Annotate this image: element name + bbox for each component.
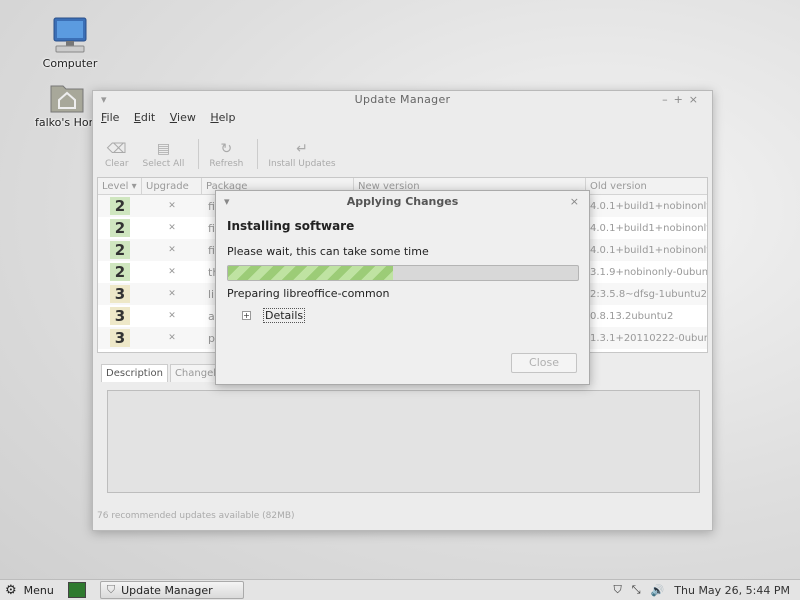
applying-changes-dialog: ▾ Applying Changes × Installing software… bbox=[215, 190, 590, 385]
menu-help[interactable]: Help bbox=[210, 109, 235, 127]
show-desktop-button[interactable] bbox=[67, 582, 86, 598]
minimize-icon[interactable]: – bbox=[662, 93, 674, 106]
select-all-icon: ▤ bbox=[156, 141, 171, 157]
level-cell: 2 bbox=[98, 241, 142, 259]
old-version-cell: 3.1.9+nobinonly-0ubunt bbox=[590, 266, 707, 278]
computer-icon bbox=[53, 17, 87, 53]
level-badge: 2 bbox=[110, 219, 130, 237]
select-all-label: Select All bbox=[142, 159, 185, 169]
upgrade-checkbox[interactable]: ✕ bbox=[142, 267, 202, 277]
desktop-icon-label: Computer bbox=[42, 57, 98, 70]
install-icon: ↵ bbox=[296, 141, 308, 157]
upgrade-checkbox[interactable]: ✕ bbox=[142, 201, 202, 211]
menu-edit[interactable]: Edit bbox=[134, 109, 155, 127]
refresh-icon: ↻ bbox=[220, 141, 233, 157]
window-controls: –+× bbox=[662, 91, 704, 109]
clock[interactable]: Thu May 26, 5:44 PM bbox=[674, 584, 790, 597]
volume-icon[interactable]: 🔊 bbox=[651, 584, 665, 597]
toolbar: ⌫ Clear ▤ Select All ↻ Refresh ↵ Install Upd… bbox=[93, 127, 712, 177]
level-cell: 3 bbox=[98, 285, 142, 303]
refresh-button[interactable]: ↻ Refresh bbox=[209, 141, 243, 169]
level-badge: 2 bbox=[110, 263, 130, 281]
level-badge: 3 bbox=[110, 307, 130, 325]
dialog-message: Please wait, this can take some time bbox=[227, 245, 429, 258]
refresh-label: Refresh bbox=[209, 159, 244, 169]
install-updates-button[interactable]: ↵ Install Updates bbox=[268, 141, 335, 169]
old-version-cell: 4.0.1+build1+nobinonly bbox=[590, 244, 707, 256]
select-all-button[interactable]: ▤ Select All bbox=[143, 141, 185, 169]
tab-description[interactable]: Description bbox=[101, 364, 168, 382]
description-box bbox=[107, 390, 700, 493]
menubar: File Edit View Help bbox=[93, 109, 712, 127]
status-text: 76 recommended updates available (82MB) bbox=[97, 511, 295, 521]
level-cell: 3 bbox=[98, 329, 142, 347]
old-version-cell: 4.0.1+build1+nobinonly bbox=[590, 200, 707, 212]
old-version-cell: 2:3.5.8~dfsg-1ubuntu2 bbox=[590, 288, 707, 300]
menu-button[interactable]: ⚙ Menu bbox=[0, 583, 54, 598]
window-menu-icon[interactable]: ▾ bbox=[101, 91, 107, 109]
column-level[interactable]: Level ▾ bbox=[98, 178, 142, 194]
maximize-icon[interactable]: + bbox=[674, 93, 689, 106]
dialog-titlebar[interactable]: ▾ Applying Changes × bbox=[216, 191, 589, 213]
gear-icon: ⚙ bbox=[5, 582, 17, 598]
task-label: Update Manager bbox=[121, 583, 213, 597]
column-label: Level bbox=[102, 181, 129, 192]
upgrade-checkbox[interactable]: ✕ bbox=[142, 223, 202, 233]
level-cell: 2 bbox=[98, 263, 142, 281]
level-badge: 3 bbox=[110, 285, 130, 303]
level-cell: 3 bbox=[98, 307, 142, 325]
close-icon[interactable]: × bbox=[689, 93, 704, 106]
close-button[interactable]: Close bbox=[511, 353, 577, 373]
column-old-version[interactable]: Old version bbox=[586, 178, 707, 194]
dialog-close-icon[interactable]: × bbox=[570, 191, 579, 213]
level-badge: 2 bbox=[110, 241, 130, 259]
level-cell: 2 bbox=[98, 219, 142, 237]
clear-button[interactable]: ⌫ Clear bbox=[105, 141, 129, 169]
old-version-cell: 0.8.13.2ubuntu2 bbox=[590, 310, 674, 322]
sort-down-icon: ▾ bbox=[131, 181, 137, 192]
level-cell: 2 bbox=[98, 197, 142, 215]
level-badge: 3 bbox=[110, 329, 130, 347]
window-title: Update Manager bbox=[354, 93, 451, 106]
details-expander[interactable]: + Details bbox=[242, 308, 306, 323]
taskbar: ⚙ Menu ⛉ Update Manager ⛉ ⤡ 🔊 Thu May 26… bbox=[0, 579, 800, 600]
install-label: Install Updates bbox=[268, 159, 336, 169]
upgrade-checkbox[interactable]: ✕ bbox=[142, 289, 202, 299]
taskbar-item-update-manager[interactable]: ⛉ Update Manager bbox=[99, 581, 244, 599]
progress-fill bbox=[228, 266, 393, 280]
upgrade-checkbox[interactable]: ✕ bbox=[142, 333, 202, 343]
dialog-heading: Installing software bbox=[227, 219, 355, 233]
window-titlebar[interactable]: ▾ Update Manager –+× bbox=[93, 91, 712, 109]
dialog-status: Preparing libreoffice-common bbox=[227, 287, 390, 300]
toolbar-separator bbox=[257, 139, 259, 169]
old-version-cell: 1.3.1+20110222-0ubun bbox=[590, 332, 707, 344]
toolbar-separator bbox=[198, 139, 200, 169]
expand-icon[interactable]: + bbox=[242, 311, 251, 320]
dialog-title: Applying Changes bbox=[346, 195, 459, 208]
upgrade-checkbox[interactable]: ✕ bbox=[142, 245, 202, 255]
home-folder-icon bbox=[50, 85, 84, 113]
clear-icon: ⌫ bbox=[106, 141, 127, 157]
desktop-icon-computer[interactable]: Computer bbox=[25, 15, 115, 70]
shield-icon: ⛉ bbox=[106, 583, 116, 596]
menu-file[interactable]: File bbox=[101, 109, 119, 127]
details-label[interactable]: Details bbox=[263, 308, 306, 323]
menu-view[interactable]: View bbox=[170, 109, 196, 127]
upgrade-checkbox[interactable]: ✕ bbox=[142, 311, 202, 321]
level-badge: 2 bbox=[110, 197, 130, 215]
network-icon[interactable]: ⤡ bbox=[632, 583, 641, 597]
dialog-menu-icon[interactable]: ▾ bbox=[224, 191, 230, 213]
update-shield-icon[interactable]: ⛉ bbox=[614, 583, 622, 597]
column-upgrade[interactable]: Upgrade bbox=[142, 178, 202, 194]
old-version-cell: 4.0.1+build1+nobinonly bbox=[590, 222, 707, 234]
progress-bar bbox=[227, 265, 579, 281]
clear-label: Clear bbox=[105, 159, 129, 169]
system-tray: ⛉ ⤡ 🔊 Thu May 26, 5:44 PM bbox=[614, 583, 800, 597]
menu-label: Menu bbox=[23, 583, 54, 597]
